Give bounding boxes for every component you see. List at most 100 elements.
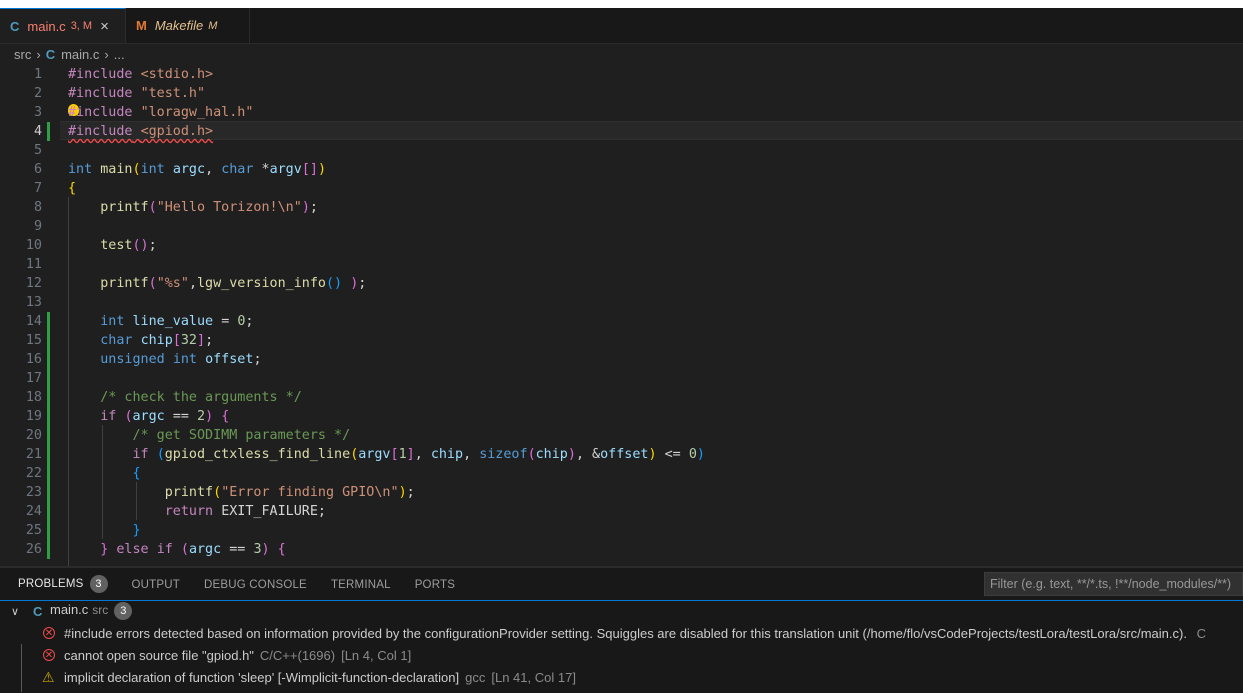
code-text: #include "loragw_hal.h" bbox=[68, 105, 254, 120]
git-added-marker[interactable] bbox=[47, 502, 50, 521]
problems-filter-input[interactable] bbox=[984, 572, 1243, 596]
git-added-marker[interactable] bbox=[47, 388, 50, 407]
problem-source: C bbox=[1196, 625, 1206, 641]
tab-problems[interactable]: PROBLEMS 3 bbox=[12, 568, 114, 601]
code-text: { bbox=[132, 466, 141, 481]
code-text: #include "test.h" bbox=[68, 86, 206, 101]
code-line[interactable]: 23 printf("Error finding GPIO\n"); bbox=[0, 483, 1243, 502]
problems-file-row[interactable]: ∨ C main.c src 3 bbox=[0, 600, 1243, 622]
git-added-marker[interactable] bbox=[47, 521, 50, 540]
code-line[interactable]: 14 int line_value = 0; bbox=[0, 312, 1243, 331]
tab-label: PORTS bbox=[414, 578, 456, 591]
breadcrumb-file[interactable]: main.c bbox=[61, 47, 99, 62]
tab-ports[interactable]: PORTS bbox=[409, 568, 461, 601]
code-line[interactable]: 15 char chip[32]; bbox=[0, 331, 1243, 350]
problem-source: C/C++(1696) bbox=[259, 647, 336, 663]
line-number: 11 bbox=[25, 257, 42, 272]
line-number: 21 bbox=[25, 447, 42, 462]
git-added-marker[interactable] bbox=[47, 445, 50, 464]
code-line[interactable]: 5 bbox=[0, 141, 1243, 160]
problem-item[interactable]: ✕ cannot open source file "gpiod.h" C/C++… bbox=[0, 644, 1243, 666]
git-added-marker[interactable] bbox=[47, 407, 50, 426]
code-line[interactable]: 24 return EXIT_FAILURE; bbox=[0, 502, 1243, 521]
git-added-marker[interactable] bbox=[47, 312, 50, 331]
code-text: printf("%s",lgw_version_info() ); bbox=[100, 276, 367, 291]
line-number: 23 bbox=[25, 485, 42, 500]
code-text: int line_value = 0; bbox=[100, 314, 254, 329]
breadcrumb-symbols[interactable]: ... bbox=[114, 47, 125, 62]
code-line[interactable]: 6 int main(int argc, char *argv[]) bbox=[0, 160, 1243, 179]
problem-location: [Ln 41, Col 17] bbox=[491, 669, 576, 685]
tab-terminal[interactable]: TERMINAL bbox=[325, 568, 397, 601]
git-added-marker[interactable] bbox=[47, 331, 50, 350]
line-number: 1 bbox=[33, 67, 42, 82]
code-text: /* get SODIMM parameters */ bbox=[132, 428, 351, 443]
git-added-marker[interactable] bbox=[47, 540, 50, 559]
line-number: 9 bbox=[33, 219, 42, 234]
window-top-strip bbox=[0, 0, 1243, 8]
problems-count-badge: 3 bbox=[89, 575, 108, 593]
code-text: printf("Hello Torizon!\n"); bbox=[100, 200, 318, 215]
problem-item[interactable]: ⚠ implicit declaration of function 'slee… bbox=[0, 666, 1243, 688]
code-line[interactable]: 4 #include <gpiod.h> bbox=[0, 122, 1243, 141]
warning-icon: ⚠ bbox=[42, 668, 55, 685]
line-number: 26 bbox=[25, 542, 42, 557]
git-added-marker[interactable] bbox=[47, 426, 50, 445]
close-icon[interactable]: × bbox=[100, 19, 109, 34]
code-line[interactable]: 17 bbox=[0, 369, 1243, 388]
git-added-marker[interactable] bbox=[47, 483, 50, 502]
git-added-marker[interactable] bbox=[47, 464, 50, 483]
code-line[interactable]: 21 if (gpiod_ctxless_find_line(argv[1], … bbox=[0, 445, 1243, 464]
code-line[interactable]: 19 if (argc == 2) { bbox=[0, 407, 1243, 426]
c-file-icon: C bbox=[10, 18, 20, 34]
git-added-marker[interactable] bbox=[47, 369, 50, 388]
problem-text: cannot open source file "gpiod.h" bbox=[64, 647, 254, 663]
error-icon: ✕ bbox=[43, 649, 55, 661]
code-text: test(); bbox=[100, 238, 157, 253]
code-line[interactable]: 9 bbox=[0, 217, 1243, 236]
code-line[interactable]: 1 #include <stdio.h> bbox=[0, 65, 1243, 84]
code-line[interactable]: 20 /* get SODIMM parameters */ bbox=[0, 426, 1243, 445]
file-problem-count: 3 bbox=[114, 602, 133, 620]
code-line[interactable]: 16 unsigned int offset; bbox=[0, 350, 1243, 369]
line-number: 3 bbox=[33, 105, 42, 120]
code-text: unsigned int offset; bbox=[100, 352, 262, 367]
code-text: printf("Error finding GPIO\n"); bbox=[164, 485, 415, 500]
tab-debug-console[interactable]: DEBUG CONSOLE bbox=[198, 568, 313, 601]
tab-output[interactable]: OUTPUT bbox=[126, 568, 186, 601]
tab-makefile[interactable]: M Makefile M bbox=[126, 8, 250, 43]
code-line[interactable]: 26 } else if (argc == 3) { bbox=[0, 540, 1243, 559]
tab-main-c[interactable]: C main.c 3, M × bbox=[0, 8, 126, 43]
git-added-marker[interactable] bbox=[47, 350, 50, 369]
code-line[interactable]: 7{ bbox=[0, 179, 1243, 198]
line-number: 24 bbox=[25, 504, 42, 519]
code-line[interactable]: 8 printf("Hello Torizon!\n"); bbox=[0, 198, 1243, 217]
problem-source: gcc bbox=[465, 669, 486, 685]
code-line[interactable]: 11 bbox=[0, 255, 1243, 274]
line-number: 5 bbox=[33, 143, 42, 158]
line-number: 6 bbox=[33, 162, 42, 177]
code-line[interactable]: 22 { bbox=[0, 464, 1243, 483]
code-line[interactable]: 18 /* check the arguments */ bbox=[0, 388, 1243, 407]
tab-status: M bbox=[208, 19, 218, 32]
code-line[interactable]: 2 #include "test.h" bbox=[0, 84, 1243, 103]
makefile-icon: M bbox=[136, 18, 147, 33]
code-text: if (gpiod_ctxless_find_line(argv[1], chi… bbox=[132, 447, 705, 462]
code-line[interactable]: 10 test(); bbox=[0, 236, 1243, 255]
line-number: 12 bbox=[25, 276, 42, 291]
code-line[interactable]: 13 bbox=[0, 293, 1243, 312]
tab-label: DEBUG CONSOLE bbox=[204, 578, 307, 591]
problem-message: #include errors detected based on inform… bbox=[64, 626, 1206, 641]
code-editor[interactable]: 1 #include <stdio.h> 2 #include "test.h" 3 #i… bbox=[0, 64, 1243, 566]
code-line[interactable]: 12 printf("%s",lgw_version_info() ); bbox=[0, 274, 1243, 293]
panel-tabs: PROBLEMS 3 OUTPUT DEBUG CONSOLE TERMINAL… bbox=[0, 568, 461, 601]
code-line[interactable]: 25 } bbox=[0, 521, 1243, 540]
git-added-marker[interactable] bbox=[47, 122, 50, 141]
problem-item[interactable]: ✕ #include errors detected based on info… bbox=[0, 622, 1243, 644]
editor-tab-bar: C main.c 3, M × M Makefile M bbox=[0, 8, 1243, 44]
code-text: #include <stdio.h> bbox=[68, 67, 214, 82]
tab-status: 3, M bbox=[70, 20, 93, 32]
chevron-down-icon[interactable]: ∨ bbox=[11, 605, 19, 618]
code-line[interactable]: 3 #include "loragw_hal.h" bbox=[0, 103, 1243, 122]
breadcrumb-folder[interactable]: src bbox=[14, 47, 31, 62]
